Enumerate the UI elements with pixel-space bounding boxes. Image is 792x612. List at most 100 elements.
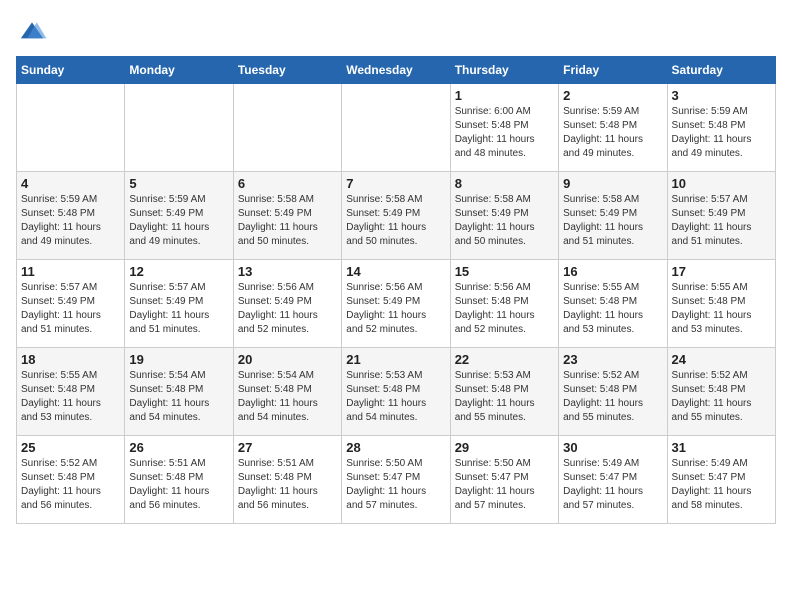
- day-info: Sunrise: 5:56 AMSunset: 5:49 PMDaylight:…: [238, 281, 337, 337]
- day-info: Sunrise: 5:54 AMSunset: 5:48 PMDaylight:…: [238, 369, 337, 425]
- weekday-header: Saturday: [667, 57, 775, 84]
- calendar-cell: 27Sunrise: 5:51 AMSunset: 5:48 PMDayligh…: [233, 436, 341, 524]
- calendar-cell: 19 Sunrise: 5:54 AMSunset: 5:48 PMDayligh…: [125, 348, 233, 436]
- day-info: Sunrise: 5:53 AMSunset: 5:48 PMDaylight:…: [346, 369, 445, 425]
- calendar-cell: 26 Sunrise: 5:51 AMSunset: 5:48 PMDayligh…: [125, 436, 233, 524]
- day-number: 15: [455, 264, 554, 279]
- day-number: 2: [563, 88, 662, 103]
- calendar-cell: 28 Sunrise: 5:50 AMSunset: 5:47 PMDayligh…: [342, 436, 450, 524]
- calendar-week-row: 11 Sunrise: 5:57 AMSunset: 5:49 PMDayligh…: [17, 260, 776, 348]
- calendar-cell: 22Sunrise: 5:53 AMSunset: 5:48 PMDayligh…: [450, 348, 558, 436]
- calendar-week-row: 4 Sunrise: 5:59 AMSunset: 5:48 PMDaylight…: [17, 172, 776, 260]
- day-info: Sunrise: 5:55 AMSunset: 5:48 PMDaylight:…: [563, 281, 662, 337]
- calendar-cell: 12 Sunrise: 5:57 AMSunset: 5:49 PMDayligh…: [125, 260, 233, 348]
- weekday-header: Friday: [559, 57, 667, 84]
- calendar-cell: 16 Sunrise: 5:55 AMSunset: 5:48 PMDayligh…: [559, 260, 667, 348]
- calendar-cell: 29 Sunrise: 5:50 AMSunset: 5:47 PMDayligh…: [450, 436, 558, 524]
- calendar-cell: 21 Sunrise: 5:53 AMSunset: 5:48 PMDayligh…: [342, 348, 450, 436]
- day-info: Sunrise: 5:50 AMSunset: 5:47 PMDaylight:…: [455, 457, 554, 513]
- day-number: 11: [21, 264, 120, 279]
- logo-icon: [16, 16, 48, 48]
- calendar-cell: 7 Sunrise: 5:58 AMSunset: 5:49 PMDaylight…: [342, 172, 450, 260]
- day-info: Sunrise: 5:52 AMSunset: 5:48 PMDaylight:…: [672, 369, 771, 425]
- day-number: 29: [455, 440, 554, 455]
- weekday-header: Monday: [125, 57, 233, 84]
- calendar-cell: 10Sunrise: 5:57 AMSunset: 5:49 PMDayligh…: [667, 172, 775, 260]
- day-number: 20: [238, 352, 337, 367]
- calendar-cell: 20 Sunrise: 5:54 AMSunset: 5:48 PMDayligh…: [233, 348, 341, 436]
- day-number: 4: [21, 176, 120, 191]
- day-info: Sunrise: 5:55 AMSunset: 5:48 PMDaylight:…: [21, 369, 120, 425]
- calendar-cell: 30 Sunrise: 5:49 AMSunset: 5:47 PMDayligh…: [559, 436, 667, 524]
- calendar-week-row: 1 Sunrise: 6:00 AMSunset: 5:48 PMDaylight…: [17, 84, 776, 172]
- day-number: 14: [346, 264, 445, 279]
- calendar-week-row: 25 Sunrise: 5:52 AMSunset: 5:48 PMDayligh…: [17, 436, 776, 524]
- day-info: Sunrise: 5:53 AMSunset: 5:48 PMDaylight:…: [455, 369, 554, 425]
- calendar-cell: 23 Sunrise: 5:52 AMSunset: 5:48 PMDayligh…: [559, 348, 667, 436]
- day-number: 16: [563, 264, 662, 279]
- day-info: Sunrise: 5:51 AMSunset: 5:48 PMDaylight:…: [129, 457, 228, 513]
- calendar-table: SundayMondayTuesdayWednesdayThursdayFrid…: [16, 56, 776, 524]
- day-info: Sunrise: 5:52 AMSunset: 5:48 PMDaylight:…: [21, 457, 120, 513]
- day-info: Sunrise: 5:59 AMSunset: 5:48 PMDaylight:…: [672, 105, 771, 161]
- day-info: Sunrise: 5:49 AMSunset: 5:47 PMDaylight:…: [563, 457, 662, 513]
- calendar-week-row: 18Sunrise: 5:55 AMSunset: 5:48 PMDayligh…: [17, 348, 776, 436]
- weekday-header: Sunday: [17, 57, 125, 84]
- day-number: 17: [672, 264, 771, 279]
- day-info: Sunrise: 5:56 AMSunset: 5:48 PMDaylight:…: [455, 281, 554, 337]
- weekday-header: Thursday: [450, 57, 558, 84]
- day-number: 13: [238, 264, 337, 279]
- day-number: 30: [563, 440, 662, 455]
- weekday-header: Wednesday: [342, 57, 450, 84]
- calendar-cell: [17, 84, 125, 172]
- calendar-cell: 2 Sunrise: 5:59 AMSunset: 5:48 PMDaylight…: [559, 84, 667, 172]
- day-info: Sunrise: 5:58 AMSunset: 5:49 PMDaylight:…: [346, 193, 445, 249]
- day-info: Sunrise: 5:50 AMSunset: 5:47 PMDaylight:…: [346, 457, 445, 513]
- day-info: Sunrise: 5:58 AMSunset: 5:49 PMDaylight:…: [238, 193, 337, 249]
- calendar-cell: 6 Sunrise: 5:58 AMSunset: 5:49 PMDaylight…: [233, 172, 341, 260]
- day-number: 28: [346, 440, 445, 455]
- day-info: Sunrise: 5:57 AMSunset: 5:49 PMDaylight:…: [129, 281, 228, 337]
- day-info: Sunrise: 5:59 AMSunset: 5:48 PMDaylight:…: [21, 193, 120, 249]
- calendar-cell: 9 Sunrise: 5:58 AMSunset: 5:49 PMDaylight…: [559, 172, 667, 260]
- calendar-header-row: SundayMondayTuesdayWednesdayThursdayFrid…: [17, 57, 776, 84]
- day-number: 9: [563, 176, 662, 191]
- day-number: 1: [455, 88, 554, 103]
- day-info: Sunrise: 5:54 AMSunset: 5:48 PMDaylight:…: [129, 369, 228, 425]
- day-info: Sunrise: 5:49 AMSunset: 5:47 PMDaylight:…: [672, 457, 771, 513]
- day-info: Sunrise: 5:59 AMSunset: 5:49 PMDaylight:…: [129, 193, 228, 249]
- day-info: Sunrise: 5:52 AMSunset: 5:48 PMDaylight:…: [563, 369, 662, 425]
- day-info: Sunrise: 5:57 AMSunset: 5:49 PMDaylight:…: [672, 193, 771, 249]
- day-number: 31: [672, 440, 771, 455]
- calendar-cell: 8Sunrise: 5:58 AMSunset: 5:49 PMDaylight…: [450, 172, 558, 260]
- calendar-cell: 25 Sunrise: 5:52 AMSunset: 5:48 PMDayligh…: [17, 436, 125, 524]
- day-info: Sunrise: 6:00 AMSunset: 5:48 PMDaylight:…: [455, 105, 554, 161]
- page-header: [16, 16, 776, 48]
- day-number: 3: [672, 88, 771, 103]
- day-info: Sunrise: 5:58 AMSunset: 5:49 PMDaylight:…: [563, 193, 662, 249]
- day-info: Sunrise: 5:59 AMSunset: 5:48 PMDaylight:…: [563, 105, 662, 161]
- day-number: 23: [563, 352, 662, 367]
- calendar-cell: 5 Sunrise: 5:59 AMSunset: 5:49 PMDaylight…: [125, 172, 233, 260]
- day-number: 7: [346, 176, 445, 191]
- calendar-cell: 15 Sunrise: 5:56 AMSunset: 5:48 PMDayligh…: [450, 260, 558, 348]
- calendar-cell: [342, 84, 450, 172]
- day-number: 5: [129, 176, 228, 191]
- calendar-cell: 3 Sunrise: 5:59 AMSunset: 5:48 PMDaylight…: [667, 84, 775, 172]
- day-number: 26: [129, 440, 228, 455]
- calendar-cell: 31 Sunrise: 5:49 AMSunset: 5:47 PMDayligh…: [667, 436, 775, 524]
- calendar-cell: 14 Sunrise: 5:56 AMSunset: 5:49 PMDayligh…: [342, 260, 450, 348]
- day-number: 6: [238, 176, 337, 191]
- day-info: Sunrise: 5:55 AMSunset: 5:48 PMDaylight:…: [672, 281, 771, 337]
- calendar-cell: [233, 84, 341, 172]
- day-info: Sunrise: 5:56 AMSunset: 5:49 PMDaylight:…: [346, 281, 445, 337]
- calendar-cell: 24Sunrise: 5:52 AMSunset: 5:48 PMDayligh…: [667, 348, 775, 436]
- day-number: 12: [129, 264, 228, 279]
- day-info: Sunrise: 5:58 AMSunset: 5:49 PMDaylight:…: [455, 193, 554, 249]
- day-number: 21: [346, 352, 445, 367]
- day-info: Sunrise: 5:51 AMSunset: 5:48 PMDaylight:…: [238, 457, 337, 513]
- day-number: 25: [21, 440, 120, 455]
- day-number: 19: [129, 352, 228, 367]
- calendar-cell: 17 Sunrise: 5:55 AMSunset: 5:48 PMDayligh…: [667, 260, 775, 348]
- calendar-cell: [125, 84, 233, 172]
